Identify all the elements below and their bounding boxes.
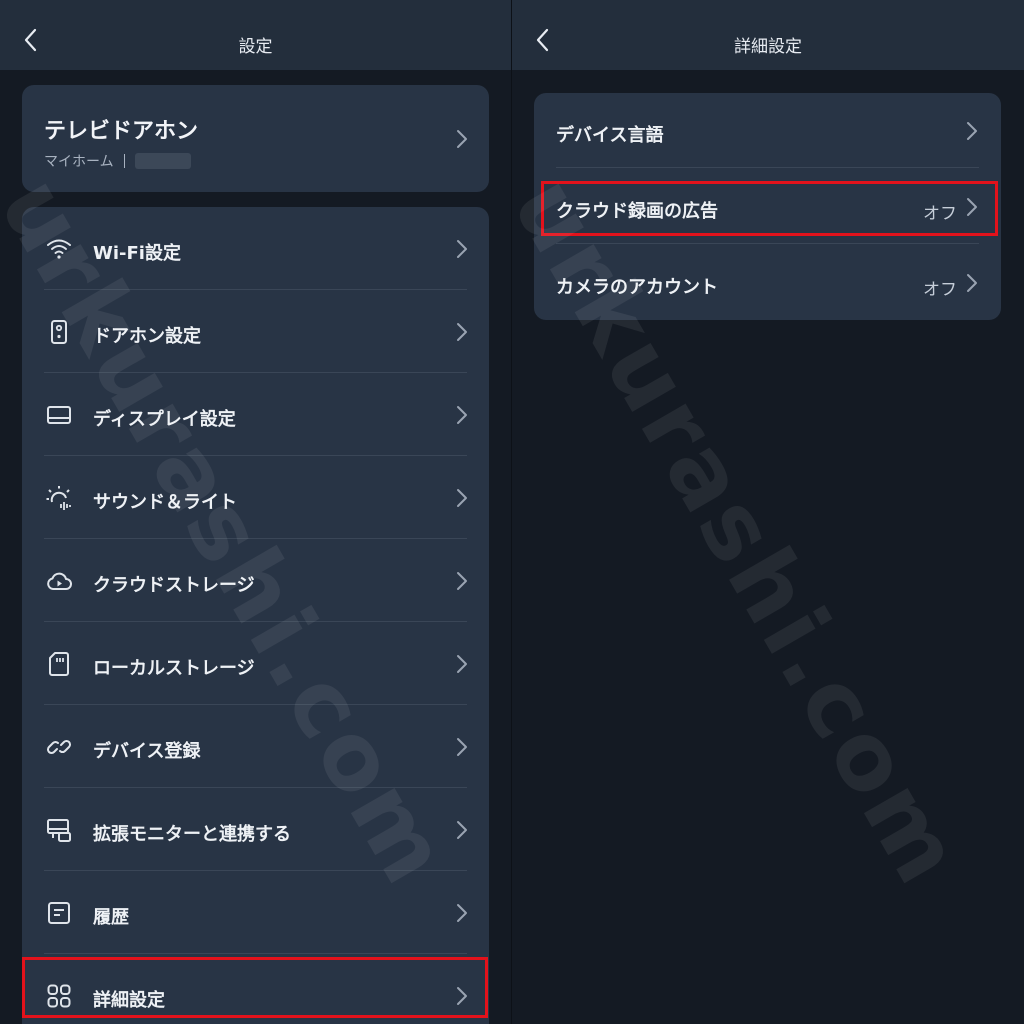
item-label: クラウド録画の広告 [556, 201, 718, 222]
menu-item-cloud-storage[interactable]: クラウドストレージ [22, 539, 489, 622]
chevron-right-icon [457, 572, 467, 590]
separator [123, 154, 125, 168]
menu-item-display[interactable]: ディスプレイ設定 [22, 373, 489, 456]
menu-item-label: Wi-Fi設定 [93, 243, 181, 264]
menu-item-device-registration[interactable]: デバイス登録 [22, 705, 489, 788]
item-device-language[interactable]: デバイス言語 [534, 93, 1001, 168]
item-camera-account[interactable]: カメラのアカウント オフ [534, 245, 1001, 320]
device-card[interactable]: テレビドアホン マイホーム [22, 85, 489, 192]
menu-item-label: 詳細設定 [93, 990, 165, 1011]
sd-card-icon [49, 652, 69, 676]
menu-item-doorphone[interactable]: ドアホン設定 [22, 290, 489, 373]
item-value: オフ [923, 280, 957, 300]
device-location-row: マイホーム [44, 151, 191, 171]
menu-item-label: ローカルストレージ [93, 658, 255, 679]
chevron-right-icon [457, 323, 467, 341]
display-icon [47, 406, 71, 424]
menu-item-label: 履歴 [93, 907, 129, 928]
menu-item-label: クラウドストレージ [93, 575, 255, 596]
settings-menu: Wi-Fi設定 ドアホン設定 ディスプレイ設定 サウンド＆ライト クラウドストレ… [22, 207, 489, 1024]
sound-light-icon [46, 486, 71, 510]
chevron-right-icon [967, 198, 977, 216]
menu-item-advanced-settings[interactable]: 詳細設定 [22, 954, 489, 1024]
menu-item-sound-light[interactable]: サウンド＆ライト [22, 456, 489, 539]
divider [556, 243, 979, 244]
page-title: 設定 [238, 37, 273, 57]
chevron-right-icon [967, 274, 977, 292]
menu-item-label: 拡張モニターと連携する [93, 824, 291, 845]
link-icon [46, 739, 72, 755]
chevron-right-icon [457, 655, 467, 673]
advanced-settings-pane: 詳細設定 デバイス言語 クラウド録画の広告 オフ カメラのアカウント オフ [512, 0, 1024, 1024]
grid-icon [47, 984, 71, 1008]
chevron-right-icon [457, 489, 467, 507]
chevron-right-icon [457, 821, 467, 839]
menu-item-local-storage[interactable]: ローカルストレージ [22, 622, 489, 705]
wifi-icon [47, 239, 71, 259]
doorphone-icon [51, 320, 67, 344]
menu-item-label: サウンド＆ライト [93, 492, 237, 513]
settings-header: 設定 [0, 0, 511, 70]
chevron-right-icon [457, 406, 467, 424]
menu-item-extended-monitor[interactable]: 拡張モニターと連携する [22, 788, 489, 871]
menu-item-label: ドアホン設定 [93, 326, 201, 347]
history-icon [48, 902, 70, 924]
page-title: 詳細設定 [734, 37, 802, 57]
item-cloud-recording-ads[interactable]: クラウド録画の広告 オフ [534, 169, 1001, 244]
item-label: デバイス言語 [556, 125, 664, 146]
cloud-play-icon [47, 572, 72, 590]
monitor-icon [47, 819, 71, 842]
advanced-settings-list: デバイス言語 クラウド録画の広告 オフ カメラのアカウント オフ [534, 93, 1001, 320]
device-location: マイホーム [44, 154, 114, 170]
chevron-right-icon [457, 738, 467, 756]
item-label: カメラのアカウント [556, 277, 718, 298]
chevron-right-icon [457, 987, 467, 1005]
chevron-right-icon [457, 130, 467, 148]
item-value: オフ [923, 204, 957, 224]
advanced-header: 詳細設定 [512, 0, 1024, 70]
device-name: テレビドアホン [44, 119, 199, 144]
menu-item-label: デバイス登録 [93, 741, 201, 762]
chevron-right-icon [967, 122, 977, 140]
settings-pane: 設定 テレビドアホン マイホーム Wi-Fi設定 ドアホン設定 ディスプレイ設定… [0, 0, 511, 1024]
menu-item-history[interactable]: 履歴 [22, 871, 489, 954]
chevron-right-icon [457, 904, 467, 922]
menu-item-label: ディスプレイ設定 [93, 409, 236, 430]
divider [556, 167, 979, 168]
blurred-room-name [134, 153, 191, 169]
menu-item-wifi[interactable]: Wi-Fi設定 [22, 207, 489, 290]
chevron-right-icon [457, 240, 467, 258]
